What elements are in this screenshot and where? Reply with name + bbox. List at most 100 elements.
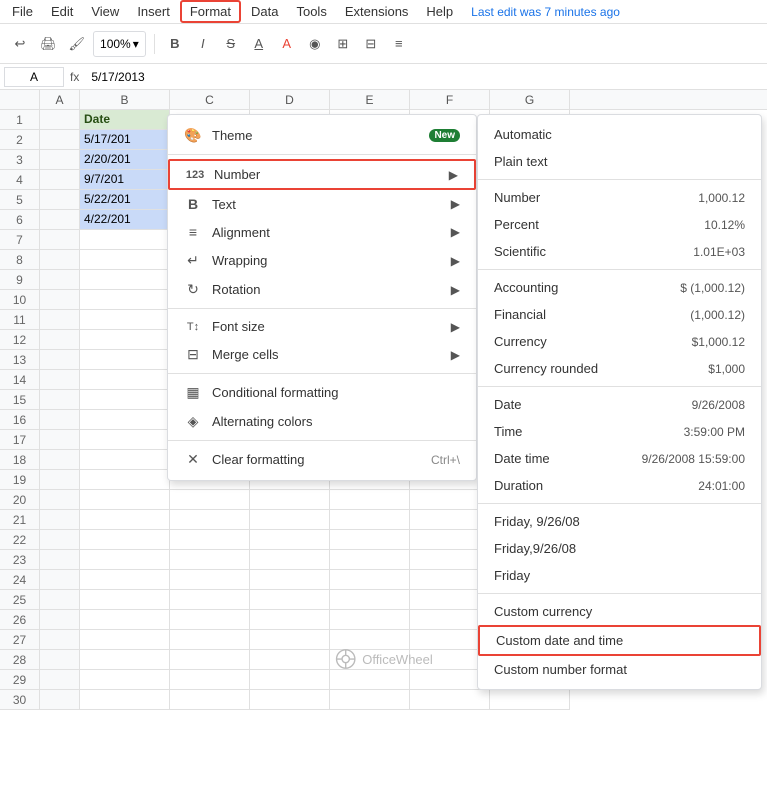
submenu-financial[interactable]: Financial (1,000.12) bbox=[478, 301, 761, 328]
cell[interactable] bbox=[40, 150, 80, 170]
cell[interactable] bbox=[40, 410, 80, 430]
cell[interactable] bbox=[170, 670, 250, 690]
cell[interactable] bbox=[40, 290, 80, 310]
submenu-plain-text[interactable]: Plain text bbox=[478, 148, 761, 175]
cell[interactable] bbox=[250, 530, 330, 550]
cell[interactable] bbox=[330, 630, 410, 650]
menu-extensions[interactable]: Extensions bbox=[337, 2, 417, 21]
text-color-button[interactable]: A bbox=[275, 30, 299, 58]
cell[interactable] bbox=[170, 690, 250, 710]
cell[interactable] bbox=[330, 610, 410, 630]
menu-edit[interactable]: Edit bbox=[43, 2, 81, 21]
cell[interactable] bbox=[80, 570, 170, 590]
cell[interactable] bbox=[80, 610, 170, 630]
cell[interactable] bbox=[40, 130, 80, 150]
cell[interactable] bbox=[80, 430, 170, 450]
cell[interactable]: 5/22/201 bbox=[80, 190, 170, 210]
cell[interactable] bbox=[330, 550, 410, 570]
submenu-currency[interactable]: Currency $1,000.12 bbox=[478, 328, 761, 355]
cell[interactable] bbox=[40, 270, 80, 290]
align-button[interactable]: ≡ bbox=[387, 30, 411, 58]
print-button[interactable]: 🖨 bbox=[36, 30, 61, 58]
submenu-time[interactable]: Time 3:59:00 PM bbox=[478, 418, 761, 445]
cell[interactable] bbox=[250, 670, 330, 690]
menu-item-condformat[interactable]: ▦ Conditional formatting bbox=[168, 378, 476, 407]
cell[interactable] bbox=[80, 550, 170, 570]
menu-item-rotation[interactable]: ↻ Rotation ▶ bbox=[168, 275, 476, 304]
cell[interactable] bbox=[80, 630, 170, 650]
submenu-date-time[interactable]: Date time 9/26/2008 15:59:00 bbox=[478, 445, 761, 472]
submenu-friday[interactable]: Friday bbox=[478, 562, 761, 589]
strikethrough-button[interactable]: S bbox=[219, 30, 243, 58]
cell[interactable] bbox=[40, 350, 80, 370]
cell[interactable] bbox=[80, 530, 170, 550]
zoom-select[interactable]: 100% ▾ bbox=[93, 31, 146, 57]
cell[interactable] bbox=[40, 610, 80, 630]
cell[interactable] bbox=[40, 210, 80, 230]
submenu-custom-date-time[interactable]: Custom date and time bbox=[478, 625, 761, 656]
cell[interactable] bbox=[40, 630, 80, 650]
submenu-custom-number[interactable]: Custom number format bbox=[478, 656, 761, 683]
menu-data[interactable]: Data bbox=[243, 2, 286, 21]
cell[interactable] bbox=[40, 110, 80, 130]
submenu-accounting[interactable]: Accounting $ (1,000.12) bbox=[478, 274, 761, 301]
cell[interactable] bbox=[80, 250, 170, 270]
submenu-currency-rounded[interactable]: Currency rounded $1,000 bbox=[478, 355, 761, 382]
cell[interactable] bbox=[40, 510, 80, 530]
submenu-percent[interactable]: Percent 10.12% bbox=[478, 211, 761, 238]
cell[interactable] bbox=[80, 510, 170, 530]
submenu-date[interactable]: Date 9/26/2008 bbox=[478, 391, 761, 418]
paint-format-button[interactable]: 🖌 bbox=[65, 30, 90, 58]
menu-item-alignment[interactable]: ≡ Alignment ▶ bbox=[168, 218, 476, 246]
cell[interactable] bbox=[40, 550, 80, 570]
cell[interactable] bbox=[40, 590, 80, 610]
cell[interactable] bbox=[330, 690, 410, 710]
submenu-friday-long[interactable]: Friday, 9/26/08 bbox=[478, 508, 761, 535]
cell[interactable] bbox=[40, 530, 80, 550]
menu-item-wrapping[interactable]: ↵ Wrapping ▶ bbox=[168, 246, 476, 275]
cell[interactable] bbox=[330, 510, 410, 530]
cell[interactable] bbox=[80, 310, 170, 330]
menu-format[interactable]: Format bbox=[180, 0, 241, 23]
cell[interactable]: 9/7/201 bbox=[80, 170, 170, 190]
menu-item-text[interactable]: B Text ▶ bbox=[168, 190, 476, 218]
menu-item-theme[interactable]: 🎨 Theme New bbox=[168, 121, 476, 150]
cell[interactable] bbox=[170, 530, 250, 550]
cell[interactable] bbox=[170, 550, 250, 570]
menu-file[interactable]: File bbox=[4, 2, 41, 21]
cell[interactable] bbox=[80, 410, 170, 430]
cell[interactable] bbox=[330, 570, 410, 590]
cell[interactable] bbox=[250, 610, 330, 630]
cell[interactable] bbox=[80, 450, 170, 470]
cell[interactable] bbox=[170, 630, 250, 650]
cell[interactable] bbox=[250, 550, 330, 570]
cell[interactable] bbox=[40, 690, 80, 710]
cell[interactable] bbox=[40, 250, 80, 270]
cell[interactable] bbox=[80, 270, 170, 290]
fill-color-button[interactable]: ◉ bbox=[303, 30, 327, 58]
italic-button[interactable]: I bbox=[191, 30, 215, 58]
cell[interactable] bbox=[250, 650, 330, 670]
cell[interactable] bbox=[80, 590, 170, 610]
cell[interactable] bbox=[80, 670, 170, 690]
formula-input[interactable] bbox=[85, 70, 763, 84]
cell[interactable]: 4/22/201 bbox=[80, 210, 170, 230]
bold-button[interactable]: B bbox=[163, 30, 187, 58]
cell[interactable] bbox=[40, 450, 80, 470]
submenu-duration[interactable]: Duration 24:01:00 bbox=[478, 472, 761, 499]
cell[interactable] bbox=[170, 590, 250, 610]
menu-item-altcolors[interactable]: ◈ Alternating colors bbox=[168, 407, 476, 436]
cell[interactable] bbox=[170, 510, 250, 530]
menu-item-clearformat[interactable]: ✕ Clear formatting Ctrl+\ bbox=[168, 445, 476, 474]
cell[interactable] bbox=[80, 330, 170, 350]
menu-view[interactable]: View bbox=[83, 2, 127, 21]
menu-help[interactable]: Help bbox=[418, 2, 461, 21]
menu-item-merge[interactable]: ⊟ Merge cells ▶ bbox=[168, 340, 476, 369]
cell[interactable] bbox=[40, 190, 80, 210]
cell[interactable] bbox=[80, 230, 170, 250]
underline-button[interactable]: A bbox=[247, 30, 271, 58]
submenu-custom-currency[interactable]: Custom currency bbox=[478, 598, 761, 625]
cell-reference[interactable]: A bbox=[4, 67, 64, 87]
menu-insert[interactable]: Insert bbox=[129, 2, 178, 21]
menu-item-number[interactable]: 123 Number ▶ bbox=[168, 159, 476, 190]
